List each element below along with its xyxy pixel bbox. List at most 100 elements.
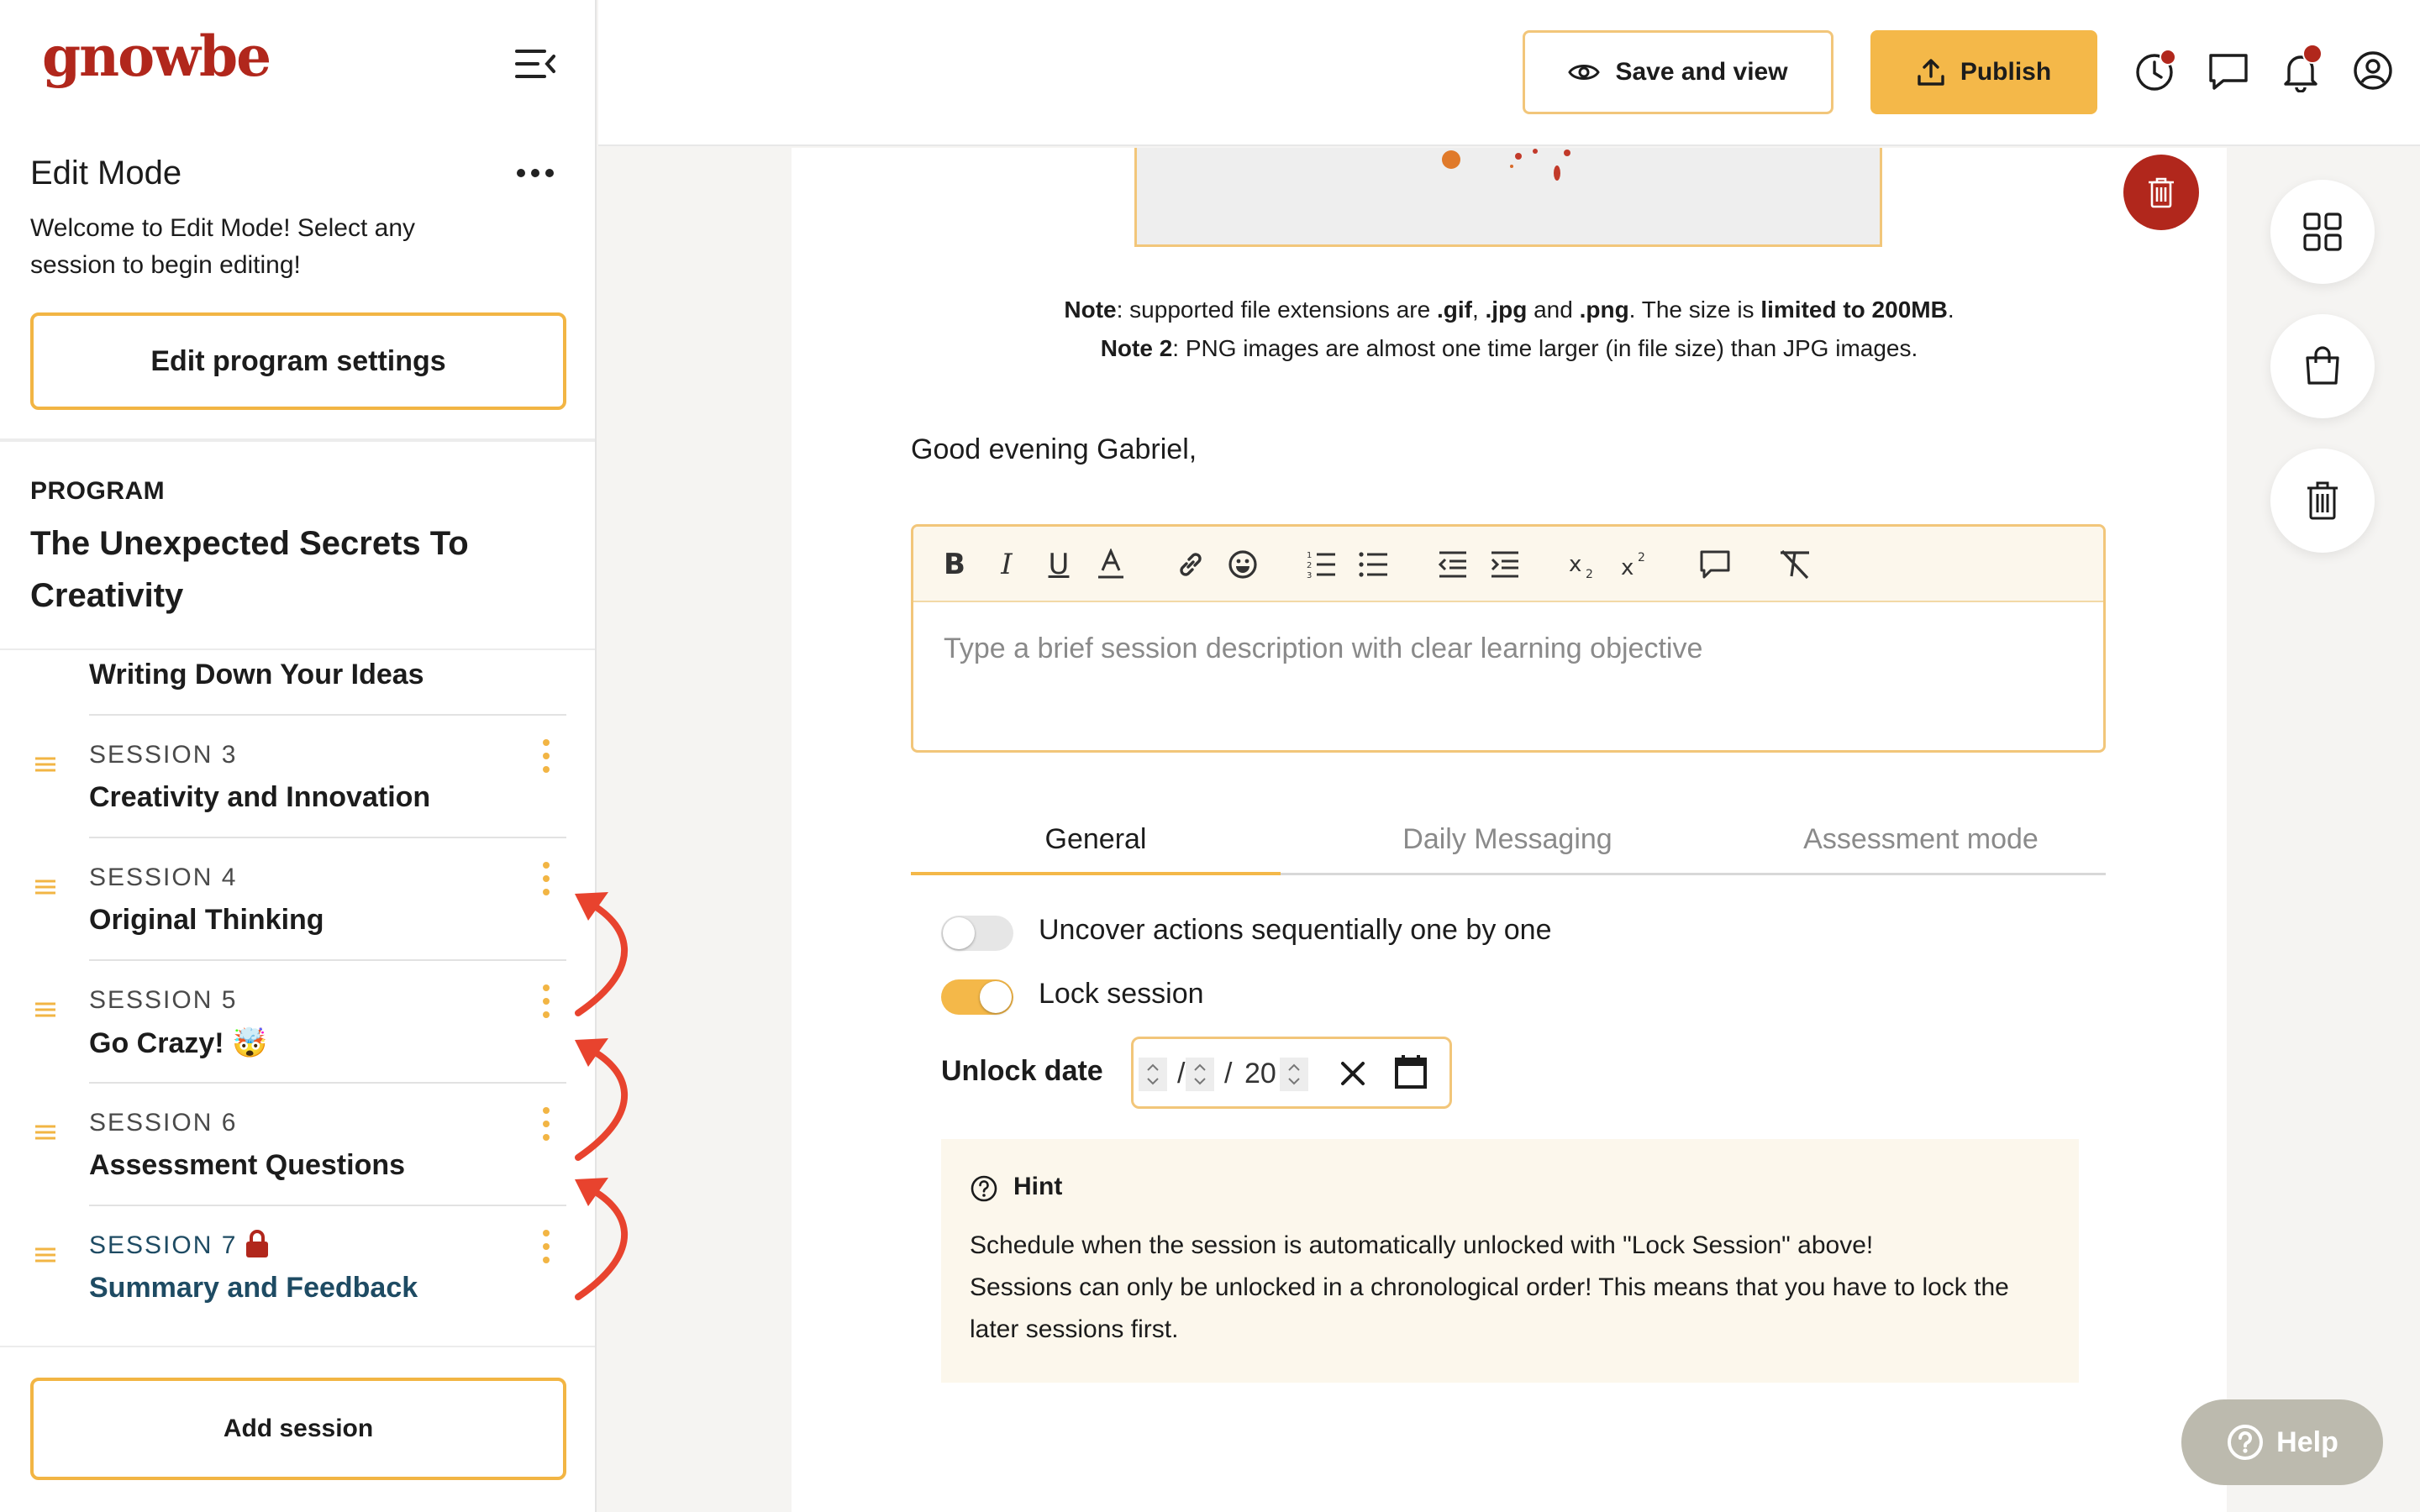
calendar-icon[interactable] (1394, 1054, 1428, 1089)
clear-date-icon[interactable] (1339, 1059, 1367, 1088)
editor-toolbar: B I U 123 x2 x2 (913, 527, 2103, 602)
chat-icon[interactable] (2207, 49, 2250, 92)
year-value: 20 (1244, 1058, 1276, 1089)
sequential-toggle[interactable] (941, 916, 1013, 951)
divider (89, 1205, 566, 1206)
bell-icon[interactable] (2279, 44, 2323, 92)
session-item-3[interactable]: SESSION 3 Creativity and Innovation (0, 714, 595, 837)
session-menu-icon[interactable] (538, 860, 555, 897)
grid-view-button[interactable] (2270, 180, 2375, 284)
subscript-icon[interactable]: x2 (1567, 547, 1604, 582)
bullet-list-icon[interactable] (1357, 547, 1391, 582)
day-spinner[interactable] (1139, 1058, 1167, 1091)
description-editor[interactable]: B I U 123 x2 x2 Type a brief session des… (911, 524, 2106, 753)
toggle-knob (943, 917, 975, 949)
session-number: SESSION 5 (89, 986, 238, 1014)
note-2: Note 2: PNG images are almost one time l… (1100, 335, 1918, 361)
lock-session-label: Lock session (1039, 978, 1204, 1010)
svg-text:2: 2 (1307, 561, 1312, 570)
year-spinner[interactable] (1280, 1058, 1308, 1091)
edit-mode-title: Edit Mode (30, 155, 182, 192)
collapse-sidebar-icon[interactable] (514, 47, 556, 81)
link-icon[interactable] (1174, 547, 1207, 582)
session-title-writing-down-ideas[interactable]: Writing Down Your Ideas (89, 659, 424, 691)
publish-button[interactable]: Publish (1870, 30, 2097, 114)
month-spinner[interactable] (1186, 1058, 1214, 1091)
shopping-bag-button[interactable] (2270, 314, 2375, 418)
session-menu-icon[interactable] (538, 1228, 555, 1265)
note-1: Note: supported file extensions are .gif… (1064, 297, 1954, 323)
session-title: Go Crazy! 🤯 (89, 1027, 268, 1059)
drag-handle-icon[interactable] (35, 1001, 55, 1018)
editor-placeholder: Type a brief session description with cl… (944, 633, 1703, 664)
shopping-bag-icon (2306, 346, 2339, 385)
lock-icon (245, 1230, 269, 1258)
session-item-7[interactable]: SESSION 7 Summary and Feedback (0, 1205, 595, 1327)
user-profile-icon[interactable] (2351, 49, 2395, 92)
underline-icon[interactable]: U (1043, 547, 1075, 582)
drag-handle-icon[interactable] (35, 879, 55, 895)
trash-icon (2307, 481, 2338, 520)
help-label: Help (2276, 1425, 2338, 1458)
sidebar: gnowbe Edit Mode Welcome to Edit Mode! S… (0, 0, 597, 1512)
session-menu-icon[interactable] (538, 983, 555, 1020)
superscript-icon[interactable]: x2 (1619, 547, 1656, 582)
emoji-icon[interactable] (1226, 547, 1260, 582)
session-item-5[interactable]: SESSION 5 Go Crazy! 🤯 (0, 959, 595, 1082)
notification-dot (2302, 44, 2323, 64)
hint-box: Hint Schedule when the session is automa… (941, 1139, 2079, 1383)
hint-body: Schedule when the session is automatical… (970, 1225, 2062, 1351)
ordered-list-icon[interactable]: 123 (1305, 547, 1339, 582)
tab-general[interactable]: General (911, 803, 1281, 875)
outdent-icon[interactable] (1436, 547, 1470, 582)
session-number: SESSION 3 (89, 741, 238, 769)
bold-icon[interactable]: B (939, 547, 971, 582)
session-item-6[interactable]: SESSION 6 Assessment Questions (0, 1082, 595, 1205)
session-tabs: General Daily Messaging Assessment mode (911, 803, 2106, 875)
eye-icon (1568, 61, 1601, 83)
delete-image-button[interactable] (2123, 155, 2199, 230)
session-item-4[interactable]: SESSION 4 Original Thinking (0, 837, 595, 959)
save-and-view-button[interactable]: Save and view (1523, 30, 1833, 114)
save-and-view-label: Save and view (1615, 58, 1788, 86)
greeting-text: Good evening Gabriel, (911, 433, 1197, 465)
indent-icon[interactable] (1488, 547, 1522, 582)
drag-handle-icon[interactable] (35, 1124, 55, 1141)
edit-mode-description: Welcome to Edit Mode! Select any session… (30, 214, 415, 279)
top-header: Save and view Publish (598, 0, 2420, 146)
hint-line-1: Schedule when the session is automatical… (970, 1231, 1874, 1259)
add-session-button[interactable]: Add session (30, 1378, 566, 1480)
italic-icon[interactable]: I (991, 547, 1023, 582)
help-circle-icon (2228, 1425, 2264, 1460)
divider (0, 648, 595, 650)
unlock-date-input[interactable]: / / 20 (1131, 1037, 1452, 1109)
drag-handle-icon[interactable] (35, 1247, 55, 1263)
date-separator: / (1177, 1058, 1186, 1089)
edit-program-settings-button[interactable]: Edit program settings (30, 312, 566, 410)
hint-title: Hint (1013, 1173, 1063, 1200)
svg-text:x: x (1621, 555, 1634, 580)
svg-text:1: 1 (1307, 551, 1312, 560)
session-menu-icon[interactable] (538, 738, 555, 774)
session-title: Assessment Questions (89, 1149, 406, 1181)
session-number: SESSION 7 (89, 1231, 238, 1259)
tab-assessment-mode[interactable]: Assessment mode (1736, 803, 2106, 875)
session-number: SESSION 4 (89, 864, 238, 891)
svg-text:x: x (1569, 552, 1581, 577)
lock-session-toggle[interactable] (941, 979, 1013, 1015)
delete-session-button[interactable] (2270, 449, 2375, 553)
session-number: SESSION 6 (89, 1109, 238, 1137)
clear-formatting-icon[interactable] (1776, 547, 1814, 582)
svg-text:2: 2 (1586, 568, 1593, 580)
notification-dot (2160, 49, 2176, 66)
drag-handle-icon[interactable] (35, 756, 55, 773)
tab-daily-messaging[interactable]: Daily Messaging (1323, 803, 1692, 875)
history-icon[interactable] (2133, 49, 2176, 92)
more-options-icon[interactable] (514, 165, 556, 181)
comment-icon[interactable] (1697, 547, 1733, 582)
publish-label: Publish (1960, 58, 2052, 86)
unlock-date-label: Unlock date (941, 1055, 1103, 1087)
text-color-icon[interactable] (1095, 547, 1127, 582)
help-button[interactable]: Help (2181, 1399, 2383, 1485)
session-menu-icon[interactable] (538, 1105, 555, 1142)
